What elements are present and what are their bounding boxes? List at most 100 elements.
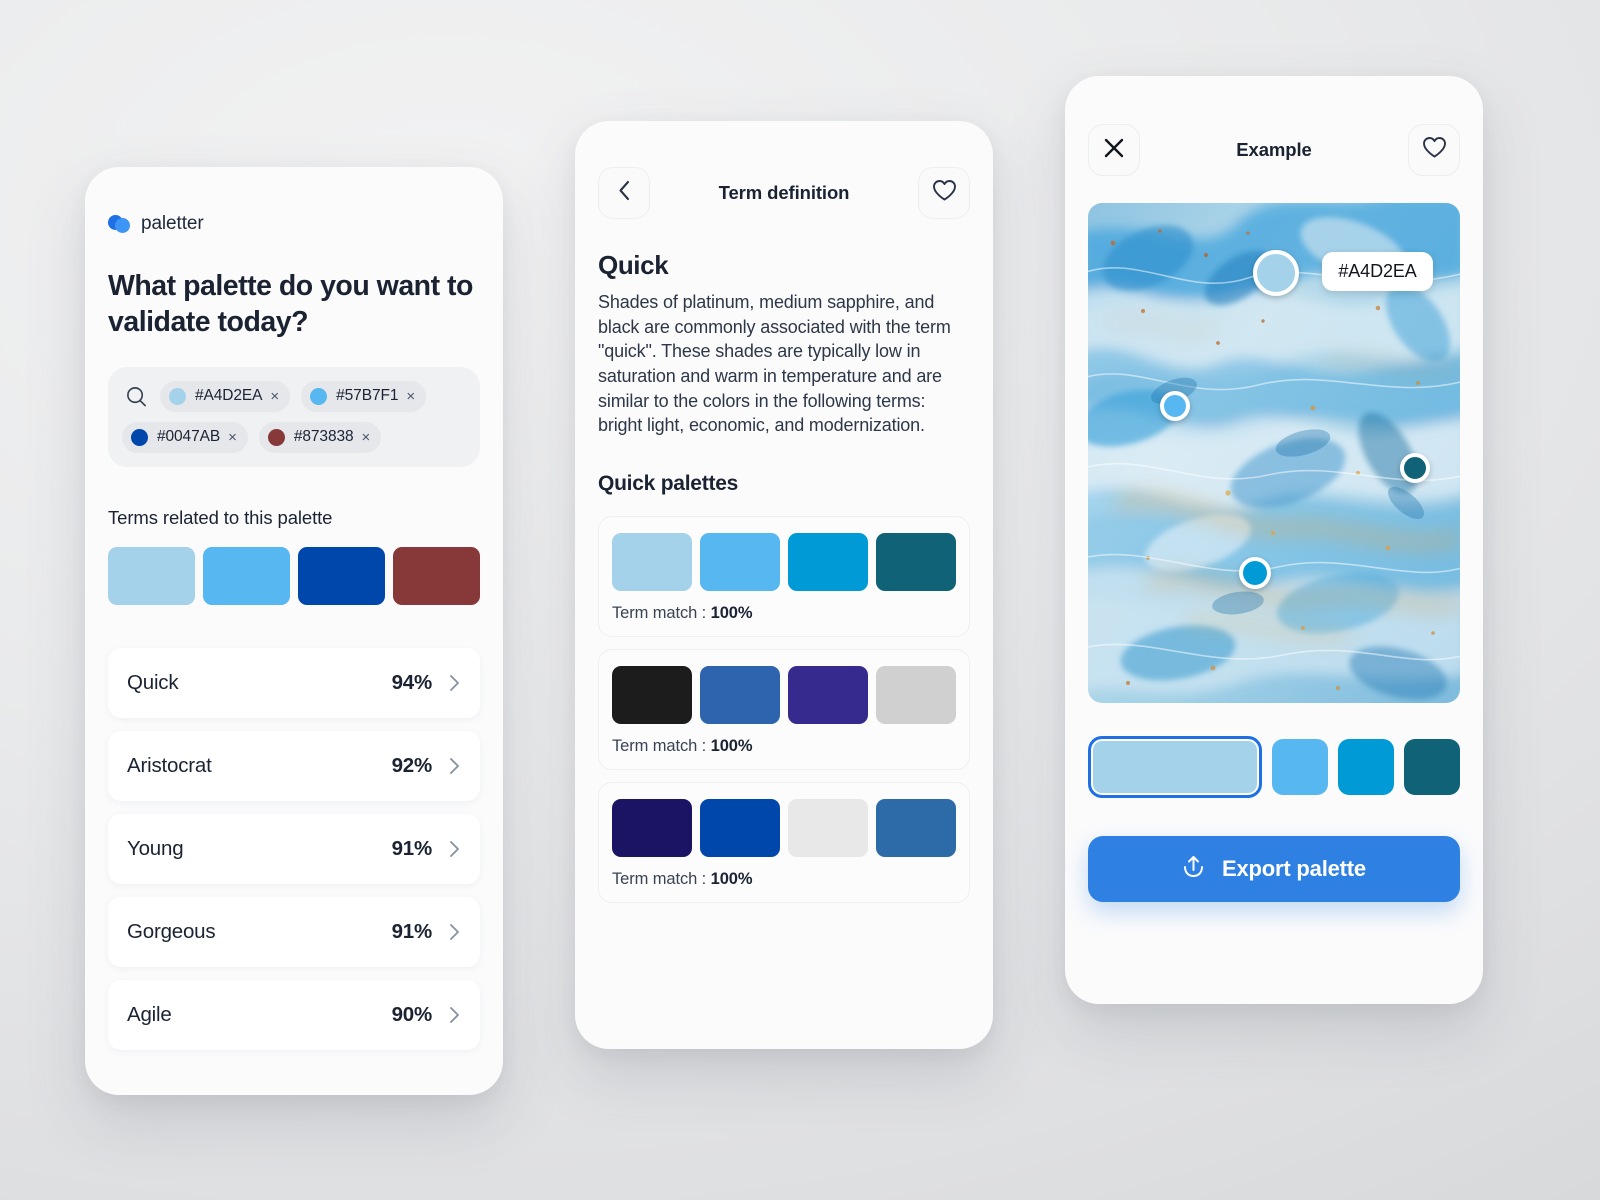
search-input[interactable]: #A4D2EA × #57B7F1 × #0047AB × #873838 × (108, 366, 480, 467)
chip-color-dot (310, 387, 328, 405)
phone-screen-example: Example #A4D2EA Export palette (1065, 76, 1483, 1004)
palette-swatch[interactable] (612, 665, 692, 724)
heart-icon (932, 179, 957, 207)
favorite-button[interactable] (1408, 124, 1460, 176)
chip-label: #A4D2EA (195, 387, 263, 405)
term-match-label: Term match : 100% (612, 604, 956, 623)
palette-swatch[interactable] (876, 798, 956, 857)
chip-remove-icon[interactable]: × (270, 389, 279, 404)
term-row[interactable]: Agile 90% (108, 979, 480, 1050)
chip-label: #57B7F1 (336, 387, 399, 405)
color-chip[interactable]: #A4D2EA × (160, 380, 291, 412)
term-list: Quick 94% Aristocrat 92% Young 91% Gorge… (108, 647, 480, 1050)
color-picker-dot[interactable] (1252, 250, 1299, 296)
term-percent: 90% (391, 1002, 433, 1026)
chip-remove-icon[interactable]: × (406, 389, 415, 404)
color-picker-dot[interactable] (1160, 390, 1191, 421)
chip-remove-icon[interactable]: × (228, 430, 237, 445)
palette-card[interactable]: Term match : 100% (598, 648, 970, 770)
palette-swatch[interactable] (1404, 739, 1460, 795)
term-row[interactable]: Aristocrat 92% (108, 730, 480, 801)
term-match-value: 100% (710, 603, 753, 622)
palette-swatch[interactable] (700, 665, 780, 724)
palette-swatch[interactable] (298, 546, 385, 605)
palette-swatch-selected[interactable] (1088, 736, 1262, 798)
definition-term: Quick (598, 250, 669, 280)
palettes-heading: Quick palettes (598, 471, 739, 495)
chevron-left-icon (618, 180, 631, 206)
favorite-button[interactable] (918, 167, 970, 219)
palette-swatch[interactable] (700, 532, 780, 591)
term-percent: 92% (391, 753, 433, 777)
color-chip[interactable]: #873838 × (258, 421, 382, 453)
color-chip[interactable]: #0047AB × (122, 421, 248, 453)
term-row[interactable]: Young 91% (108, 813, 480, 884)
palette-swatch[interactable] (788, 665, 868, 724)
search-icon (124, 384, 149, 409)
screen-canvas: paletter What palette do you want to val… (0, 0, 1600, 1200)
term-name: Aristocrat (127, 753, 212, 777)
term-name: Agile (127, 1002, 172, 1026)
close-button[interactable] (1088, 124, 1140, 176)
palette-list: Term match : 100% Term match : 100% Term… (598, 515, 970, 903)
palette-swatch[interactable] (1272, 739, 1328, 795)
chip-color-dot (169, 387, 186, 405)
page-title: What palette do you want to validate tod… (108, 270, 473, 338)
term-name: Quick (127, 670, 179, 694)
palette-swatch[interactable] (612, 798, 692, 857)
term-name: Young (127, 836, 184, 860)
chevron-right-icon (449, 1006, 460, 1024)
palette-swatch-row (108, 546, 480, 605)
palette-swatch[interactable] (612, 532, 692, 591)
export-palette-button[interactable]: Export palette (1088, 836, 1460, 902)
chip-label: #873838 (293, 428, 354, 446)
upload-icon (1182, 854, 1205, 884)
definition-body: Shades of platinum, medium sapphire, and… (598, 292, 951, 436)
chevron-right-icon (449, 757, 460, 775)
brand-row: paletter (108, 213, 480, 235)
palette-swatch[interactable] (393, 546, 480, 605)
marbled-blue-paint-photo[interactable]: #A4D2EA (1088, 203, 1460, 703)
export-palette-label: Export palette (1222, 856, 1366, 881)
chip-remove-icon[interactable]: × (362, 430, 371, 445)
term-match-prefix: Term match : (612, 603, 711, 622)
palette-swatch-row (612, 532, 956, 591)
palette-swatch[interactable] (876, 532, 956, 591)
term-row[interactable]: Gorgeous 91% (108, 896, 480, 967)
chip-label: #0047AB (157, 428, 221, 446)
term-match-value: 100% (710, 869, 753, 888)
chevron-right-icon (449, 840, 460, 858)
palette-swatch[interactable] (788, 798, 868, 857)
chevron-right-icon (449, 923, 460, 941)
term-row[interactable]: Quick 94% (108, 647, 480, 718)
page-title: Example (1236, 139, 1312, 160)
palette-swatch[interactable] (700, 798, 780, 857)
term-name: Gorgeous (127, 919, 216, 943)
nav-bar: Example (1088, 124, 1460, 176)
page-title: Term definition (718, 182, 850, 203)
chevron-right-icon (449, 674, 460, 692)
term-match-label: Term match : 100% (612, 870, 956, 889)
selected-palette-row (1088, 736, 1460, 798)
nav-bar: Term definition (598, 167, 970, 219)
palette-card[interactable]: Term match : 100% (598, 515, 970, 637)
color-chip[interactable]: #57B7F1 × (301, 380, 427, 412)
term-match-value: 100% (710, 736, 753, 755)
palette-swatch[interactable] (108, 546, 195, 605)
color-hex-tag: #A4D2EA (1322, 252, 1433, 291)
heart-icon (1422, 136, 1447, 164)
paletter-logo-icon (108, 215, 131, 233)
phone-screen-term-definition: Term definition Quick Shades of platinum… (575, 121, 993, 1049)
term-percent: 94% (391, 670, 433, 694)
phone-screen-search: paletter What palette do you want to val… (85, 167, 503, 1095)
brand-name: paletter (141, 213, 204, 234)
palette-swatch[interactable] (876, 665, 956, 724)
back-button[interactable] (598, 167, 650, 219)
palette-swatch[interactable] (788, 532, 868, 591)
palette-swatch-row (612, 665, 956, 724)
term-percent: 91% (391, 836, 433, 860)
palette-swatch[interactable] (1338, 739, 1394, 795)
palette-swatch[interactable] (203, 546, 290, 605)
palette-card[interactable]: Term match : 100% (598, 781, 970, 903)
term-match-label: Term match : 100% (612, 737, 956, 756)
